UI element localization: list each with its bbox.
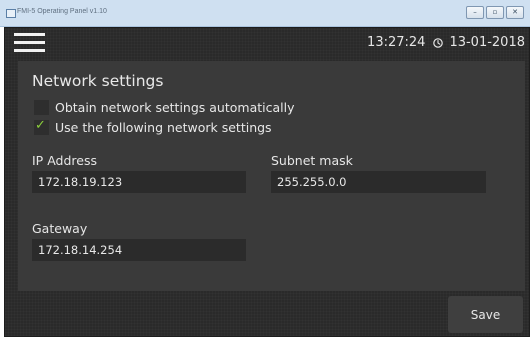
auto-network-option[interactable]: Obtain network settings automatically xyxy=(34,100,294,115)
panel-title: Network settings xyxy=(32,72,164,90)
maximize-button[interactable]: ▫ xyxy=(486,6,504,19)
minimize-button[interactable]: – xyxy=(466,6,484,19)
auto-network-label: Obtain network settings automatically xyxy=(55,100,295,115)
window-title: FMI-5 Operating Panel v1.10 xyxy=(17,8,107,15)
window-titlebar: FMI-5 Operating Panel v1.10 – ▫ ✕ xyxy=(0,0,530,27)
gateway-label: Gateway xyxy=(32,221,88,236)
app-window-icon xyxy=(6,9,16,18)
subnet-mask-label: Subnet mask xyxy=(271,153,353,168)
subnet-mask-input[interactable] xyxy=(271,171,486,193)
ip-address-label: IP Address xyxy=(32,153,97,168)
ip-address-input[interactable] xyxy=(32,171,246,193)
auto-network-checkbox[interactable] xyxy=(34,100,49,115)
manual-network-label: Use the following network settings xyxy=(55,120,272,135)
manual-network-checkbox[interactable]: ✓ xyxy=(34,118,49,135)
manual-network-option[interactable]: ✓ Use the following network settings xyxy=(34,118,272,135)
network-settings-panel: Network settings Obtain network settings… xyxy=(18,61,525,291)
date-text: 13-01-2018 xyxy=(449,35,525,50)
save-button[interactable]: Save xyxy=(448,296,523,333)
hamburger-menu-icon[interactable] xyxy=(14,31,46,55)
window-controls: – ▫ ✕ xyxy=(466,6,524,19)
close-button[interactable]: ✕ xyxy=(506,6,524,19)
clock-icon xyxy=(433,37,444,48)
app-area: 13:27:24 13-01-2018 Network settings Obt… xyxy=(4,27,530,337)
gateway-input[interactable] xyxy=(32,239,246,261)
checkmark-icon: ✓ xyxy=(35,118,46,133)
time-text: 13:27:24 xyxy=(367,35,426,50)
clock-display: 13:27:24 13-01-2018 xyxy=(367,35,525,50)
